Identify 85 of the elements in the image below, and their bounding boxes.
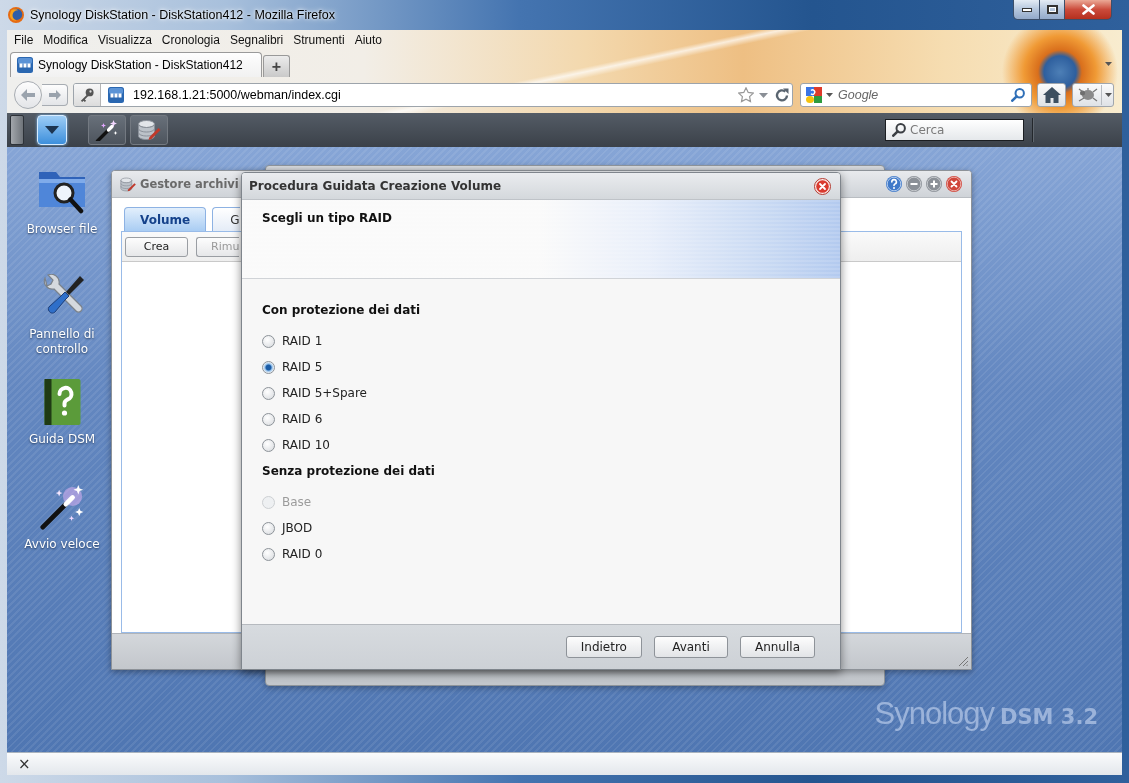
search-field[interactable]: Google xyxy=(800,83,1032,107)
shortcut-label[interactable]: Avvio veloce xyxy=(24,537,100,552)
dropdown-arrow-icon[interactable] xyxy=(759,92,768,98)
maximize-button[interactable] xyxy=(1039,0,1065,20)
search-icon[interactable] xyxy=(1011,88,1025,102)
database-pencil-icon xyxy=(137,119,161,141)
address-field[interactable]: 192.168.1.21:5000/webman/index.cgi xyxy=(73,83,793,107)
close-icon xyxy=(1081,4,1095,15)
back-button[interactable]: Indietro xyxy=(565,636,642,658)
product-version: DSM 3.2 xyxy=(1000,705,1098,729)
menu-item[interactable]: Modifica xyxy=(38,32,94,48)
search-engine-icon[interactable] xyxy=(806,87,822,103)
minimize-icon[interactable] xyxy=(906,176,922,192)
bug-icon xyxy=(1078,88,1098,102)
option-label[interactable]: RAID 0 xyxy=(282,547,323,561)
tab[interactable]: Volume xyxy=(124,207,207,231)
menu-item[interactable]: Aiuto xyxy=(349,32,387,48)
menu-item[interactable]: File xyxy=(9,32,39,48)
option-label[interactable]: RAID 1 xyxy=(282,334,323,348)
menu-item[interactable]: Strumenti xyxy=(288,32,350,48)
dropdown-arrow-icon[interactable] xyxy=(1105,61,1112,66)
section-title: Con protezione dei dati xyxy=(262,302,422,319)
app-logo-icon xyxy=(8,7,24,23)
brand-logo-text: Synology xyxy=(874,696,995,732)
home-button[interactable] xyxy=(1037,83,1066,107)
magic-wand-icon[interactable] xyxy=(39,484,85,530)
site-favicon-icon xyxy=(17,57,33,73)
main-menu-button[interactable] xyxy=(37,115,67,145)
maximize-icon xyxy=(1046,5,1058,14)
dialog-title: Procedura Guidata Creazione Volume xyxy=(249,179,502,193)
search-icon xyxy=(892,123,906,137)
dropdown-arrow-icon[interactable] xyxy=(826,93,833,97)
new-tab-button[interactable]: + xyxy=(263,55,290,77)
caret-icon xyxy=(45,126,59,134)
site-favicon-icon xyxy=(108,87,124,103)
close-button[interactable]: × xyxy=(16,756,33,772)
search-field[interactable]: Cerca xyxy=(885,119,1024,141)
folder-search-icon[interactable] xyxy=(38,170,86,214)
radio-button[interactable] xyxy=(262,547,275,561)
home-icon xyxy=(1042,87,1061,103)
quick-launch-button[interactable] xyxy=(130,115,168,145)
forward-arrow-icon xyxy=(48,90,61,100)
next-button[interactable]: Avanti xyxy=(653,636,728,658)
taskbar-handle[interactable] xyxy=(10,115,24,145)
resize-grip-icon[interactable] xyxy=(959,657,968,666)
create-button[interactable]: Crea xyxy=(125,236,188,257)
option-label[interactable]: RAID 6 xyxy=(282,412,323,426)
radio-button[interactable] xyxy=(262,521,275,535)
radio-button[interactable] xyxy=(262,412,275,426)
browser-tab[interactable]: Synology DiskStation - DiskStation412 xyxy=(10,52,262,77)
section-title: Senza protezione dei dati xyxy=(262,463,436,480)
database-pencil-icon xyxy=(120,176,136,192)
window-title: Gestore archivi xyxy=(140,177,239,191)
reload-icon[interactable] xyxy=(775,88,789,102)
option-label[interactable]: RAID 10 xyxy=(282,438,330,452)
quick-launch-button[interactable] xyxy=(88,115,126,145)
option-label[interactable]: RAID 5 xyxy=(282,360,323,374)
menu-item[interactable]: Segnalibri xyxy=(224,32,289,48)
radio-button[interactable] xyxy=(262,438,275,452)
radio-button[interactable] xyxy=(262,360,275,374)
option-label[interactable]: JBOD xyxy=(282,521,313,535)
cancel-button[interactable]: Annulla xyxy=(739,636,815,658)
menu-item[interactable]: Visualizza xyxy=(93,32,157,48)
bookmark-star-icon[interactable] xyxy=(738,87,754,103)
minimize-button[interactable] xyxy=(1013,0,1039,20)
close-icon[interactable] xyxy=(814,177,831,195)
window-title: Synology DiskStation - DiskStation412 - Mozilla Firefox xyxy=(30,8,335,22)
tab[interactable]: G xyxy=(212,207,240,231)
dialog-heading: Scegli un tipo RAID xyxy=(262,211,393,225)
shortcut-label[interactable]: Guida DSM xyxy=(28,432,96,447)
help-book-icon[interactable] xyxy=(43,378,81,426)
back-arrow-icon xyxy=(21,89,35,101)
site-identity-button[interactable] xyxy=(74,84,101,106)
option-label[interactable]: RAID 5+Spare xyxy=(282,386,367,400)
key-icon xyxy=(80,88,94,102)
dropdown-arrow-icon xyxy=(1105,93,1112,97)
menu-item[interactable]: Cronologia xyxy=(156,32,225,48)
minimize-icon xyxy=(1021,7,1032,12)
magic-wand-icon xyxy=(95,119,119,141)
close-button[interactable] xyxy=(1065,0,1112,20)
radio-button[interactable] xyxy=(262,334,275,348)
maximize-icon[interactable] xyxy=(926,176,942,192)
addon-button[interactable] xyxy=(1072,83,1114,107)
help-icon[interactable] xyxy=(886,176,902,192)
radio-button[interactable] xyxy=(262,386,275,400)
